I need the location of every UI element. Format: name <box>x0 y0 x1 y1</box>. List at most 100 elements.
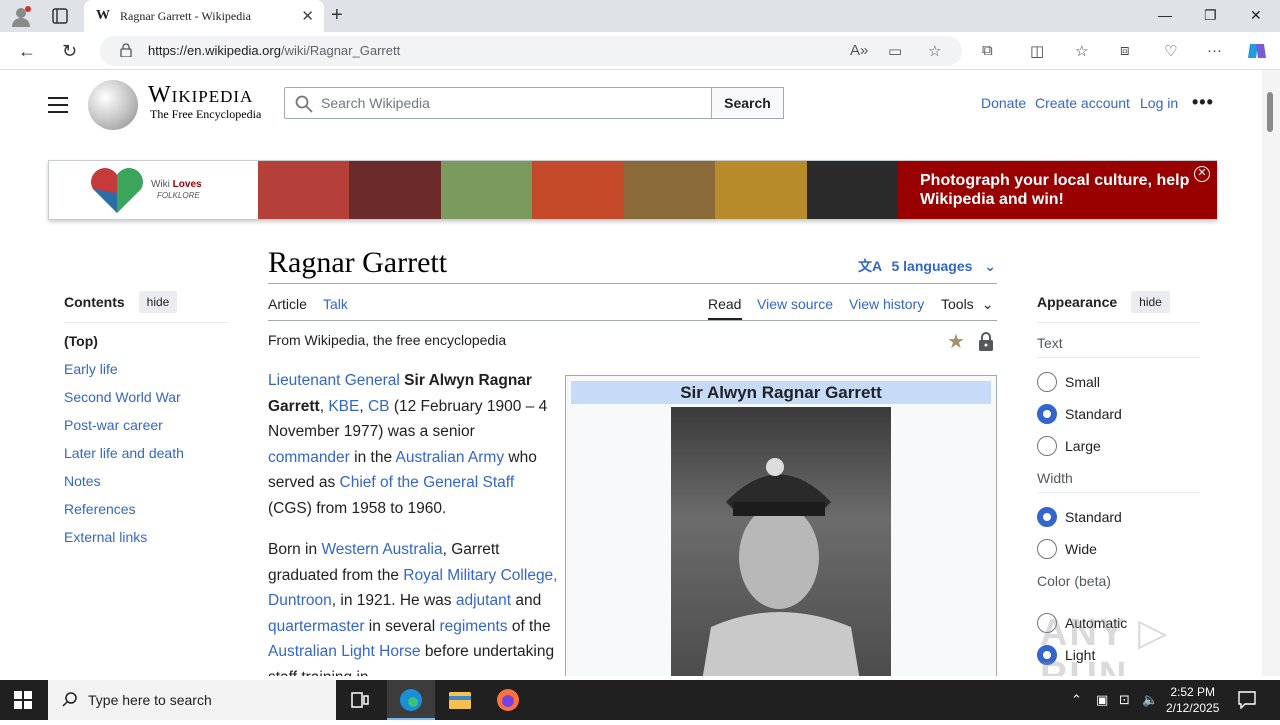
windows-start-icon[interactable] <box>14 691 32 709</box>
network-icon[interactable]: ⊡ <box>1119 692 1130 708</box>
toc-header: Contents hide <box>64 291 229 313</box>
tab-actions-icon[interactable] <box>50 6 70 26</box>
chevron-down-icon: ⌄ <box>981 296 994 312</box>
radio-width-wide[interactable]: Wide <box>1037 539 1200 571</box>
tools-menu[interactable]: Tools ⌄ <box>941 296 993 313</box>
taskbar-search-placeholder: Type here to search <box>88 692 212 708</box>
radio-width-standard[interactable]: Standard <box>1037 507 1200 539</box>
url-field[interactable]: https://en.wikipedia.org/wiki/Ragnar_Gar… <box>100 36 962 66</box>
close-tab-icon[interactable]: ✕ <box>301 7 314 25</box>
radio-text-small[interactable]: Small <box>1037 372 1200 404</box>
wikipedia-favicon-icon: W <box>96 8 110 23</box>
task-view-icon[interactable] <box>336 680 384 720</box>
split-screen-icon[interactable]: ◫ <box>1030 42 1044 60</box>
radio-circle-selected <box>1037 404 1057 424</box>
translate-icon: 文A <box>858 258 882 274</box>
radio-circle <box>1037 539 1057 559</box>
toc-item-top[interactable]: (Top) <box>64 327 229 355</box>
toc-item-external-links[interactable]: External links <box>64 523 229 551</box>
radio-circle <box>1037 372 1057 392</box>
extensions-icon[interactable]: ⧉ <box>982 42 993 59</box>
login-link[interactable]: Log in <box>1140 95 1178 111</box>
search-input[interactable]: Search Wikipedia <box>284 87 712 119</box>
scrollbar-thumb[interactable] <box>1267 92 1273 132</box>
toc-item-later-life[interactable]: Later life and death <box>64 439 229 467</box>
link-cb[interactable]: CB <box>368 398 390 415</box>
campaign-banner[interactable]: Wiki Loves FOLKLORE Photograph your loca… <box>48 160 1217 220</box>
link-lieutenant-general[interactable]: Lieutenant General <box>268 372 400 389</box>
restore-icon[interactable]: ❐ <box>1204 7 1217 24</box>
close-window-icon[interactable]: ✕ <box>1250 7 1262 24</box>
user-menu-icon[interactable]: ••• <box>1192 92 1214 113</box>
link-quartermaster[interactable]: quartermaster <box>268 618 364 635</box>
create-account-link[interactable]: Create account <box>1035 95 1130 111</box>
donate-link[interactable]: Donate <box>981 95 1026 111</box>
radio-circle-selected <box>1037 507 1057 527</box>
appearance-hide-button[interactable]: hide <box>1131 291 1170 313</box>
link-australian-light-horse[interactable]: Australian Light Horse <box>268 643 421 660</box>
minimize-icon[interactable]: — <box>1158 7 1172 23</box>
toc-item-early-life[interactable]: Early life <box>64 355 229 383</box>
taskbar-clock[interactable]: 2:52 PM 2/12/2025 <box>1166 684 1219 716</box>
copilot-icon[interactable] <box>1246 40 1268 62</box>
banner-photo-strip <box>258 161 898 219</box>
taskbar-search-box[interactable]: Type here to search <box>48 680 336 720</box>
tab-view-history[interactable]: View history <box>849 296 924 312</box>
profile-icon[interactable] <box>10 5 32 27</box>
lock-icon[interactable] <box>120 43 132 57</box>
banner-call-to-action[interactable]: Photograph your local culture, help Wiki… <box>898 161 1217 219</box>
file-explorer-icon[interactable] <box>436 680 484 720</box>
toc-item-post-war-career[interactable]: Post-war career <box>64 411 229 439</box>
settings-more-icon[interactable]: ··· <box>1207 42 1222 59</box>
language-button[interactable]: 文A 5 languages ⌄ <box>858 256 996 276</box>
tab-article[interactable]: Article <box>268 296 307 312</box>
firefox-icon[interactable] <box>484 680 532 720</box>
refresh-icon[interactable]: ↻ <box>62 41 77 62</box>
link-australian-army[interactable]: Australian Army <box>396 449 505 466</box>
tab-read[interactable]: Read <box>708 296 741 312</box>
link-western-australia[interactable]: Western Australia <box>321 541 442 558</box>
link-adjutant[interactable]: adjutant <box>456 592 511 609</box>
tab-title: Ragnar Garrett - Wikipedia <box>120 9 251 23</box>
browser-essentials-icon[interactable]: ♡ <box>1164 42 1177 60</box>
link-kbe[interactable]: KBE <box>328 398 359 415</box>
link-regiments[interactable]: regiments <box>439 618 507 635</box>
volume-icon[interactable]: 🔈 <box>1142 692 1158 708</box>
banner-close-icon[interactable]: ✕ <box>1194 166 1210 182</box>
toc-item-second-world-war[interactable]: Second World War <box>64 383 229 411</box>
new-tab-icon[interactable]: + <box>331 4 343 27</box>
page-scrollbar[interactable] <box>1262 70 1280 676</box>
protection-lock-icon[interactable] <box>978 332 994 352</box>
notifications-icon[interactable] <box>1238 691 1256 709</box>
favorites-icon[interactable]: ☆ <box>1075 42 1088 60</box>
portrait-image[interactable] <box>671 407 891 676</box>
browser-tab-bar: W Ragnar Garrett - Wikipedia ✕ + — ❐ ✕ <box>0 0 1280 32</box>
tabs-divider <box>268 320 997 321</box>
tab-view-source[interactable]: View source <box>757 296 833 312</box>
radio-text-standard[interactable]: Standard <box>1037 404 1200 436</box>
device-icon[interactable]: ▣ <box>1096 692 1108 708</box>
link-commander[interactable]: commander <box>268 449 350 466</box>
link-chief-of-general-staff[interactable]: Chief of the General Staff <box>340 474 515 491</box>
wikipedia-globe-logo[interactable] <box>88 80 138 130</box>
paragraph-lead: Lieutenant General Sir Alwyn Ragnar Garr… <box>268 372 548 517</box>
edge-taskbar-icon[interactable] <box>387 680 435 720</box>
toc-item-references[interactable]: References <box>64 495 229 523</box>
favorite-star-icon[interactable]: ☆ <box>928 42 941 60</box>
featured-star-icon[interactable]: ★ <box>947 329 965 354</box>
main-menu-icon[interactable] <box>48 97 68 113</box>
toc-item-notes[interactable]: Notes <box>64 467 229 495</box>
show-hidden-icons-icon[interactable]: ⌃ <box>1071 692 1082 708</box>
tab-wikipedia[interactable]: W Ragnar Garrett - Wikipedia ✕ <box>84 0 324 32</box>
back-icon[interactable]: ← <box>18 41 36 62</box>
wikipedia-wordmark[interactable]: Wikipedia <box>148 82 253 109</box>
immersive-reader-icon[interactable]: ▭ <box>888 42 902 60</box>
collections-icon[interactable]: ⧈ <box>1120 42 1130 59</box>
search-button[interactable]: Search <box>711 87 784 119</box>
anyrun-watermark: ANY ▷ RUN <box>1040 612 1170 676</box>
read-aloud-icon[interactable]: A» <box>850 42 868 59</box>
radio-text-large[interactable]: Large <box>1037 436 1200 468</box>
tab-talk[interactable]: Talk <box>323 296 348 312</box>
web-page: Wikipedia The Free Encyclopedia Search W… <box>0 70 1262 676</box>
toc-hide-button[interactable]: hide <box>138 291 178 313</box>
